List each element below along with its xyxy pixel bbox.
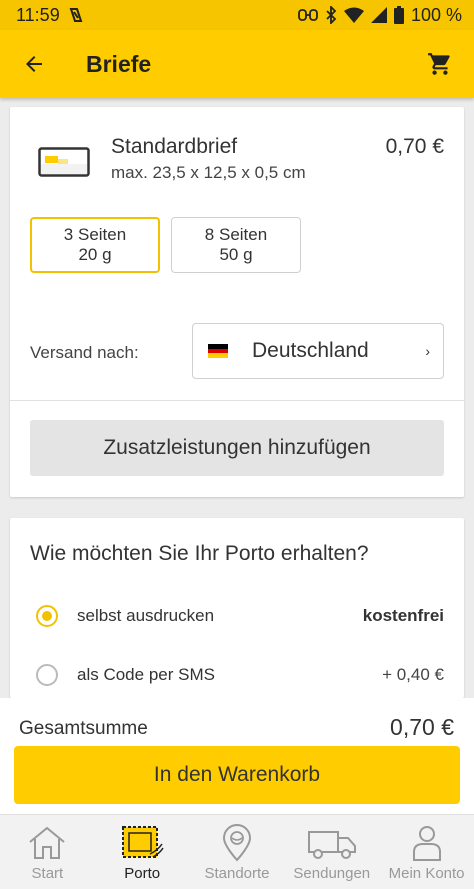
product-dimensions: max. 23,5 x 12,5 x 0,5 cm (111, 163, 306, 182)
germany-flag-icon (208, 344, 228, 359)
product-name: Standardbrief (111, 135, 238, 158)
option-weight: 20 g (78, 245, 112, 264)
nav-item-standorte[interactable]: Standorte (190, 815, 285, 889)
bluetooth-icon (325, 6, 337, 24)
porto-card: Wie möchten Sie Ihr Porto erhalten? selb… (10, 518, 464, 698)
country-select[interactable]: Deutschland › (192, 323, 444, 379)
app-bar: Briefe (0, 30, 474, 98)
radio-unselected[interactable] (36, 664, 58, 686)
add-to-cart-button[interactable]: In den Warenkorb (14, 746, 460, 804)
nav-label: Standorte (204, 865, 270, 882)
person-icon (411, 823, 443, 863)
weight-option-50g[interactable]: 8 Seiten 50 g (171, 217, 301, 273)
porto-option-print[interactable]: selbst ausdrucken kostenfrei (10, 596, 464, 636)
shipping-label: Versand nach: (30, 343, 139, 362)
stamp-icon (120, 823, 164, 863)
option-pages: 3 Seiten (63, 225, 127, 244)
cart-button[interactable] (416, 40, 464, 88)
nav-item-sendungen[interactable]: Sendungen (284, 815, 379, 889)
status-bar: 11:59 100 % (0, 0, 474, 30)
add-services-button[interactable]: Zusatzleistungen hinzufügen (30, 420, 444, 476)
option-pages: 8 Seiten (204, 225, 268, 244)
status-time: 11:59 (16, 4, 60, 25)
option-label: als Code per SMS (77, 665, 215, 684)
weight-option-20g[interactable]: 3 Seiten 20 g (30, 217, 160, 273)
total-value: 0,70 € (390, 714, 454, 740)
total-bar: Gesamtsumme 0,70 € In den Warenkorb (0, 698, 474, 814)
battery-percent: 100 % (410, 4, 462, 25)
notification-icon (68, 7, 84, 23)
nav-item-porto[interactable]: Porto (95, 815, 190, 889)
truck-icon (306, 823, 358, 863)
product-price: 0,70 € (385, 135, 444, 158)
nav-label: Porto (124, 865, 161, 882)
option-weight: 50 g (219, 245, 253, 264)
bottom-navigation: Start Porto Standorte Sendungen Mein Kon… (0, 814, 474, 889)
battery-icon (393, 6, 404, 24)
product-card: Standardbrief max. 23,5 x 12,5 x 0,5 cm … (10, 107, 464, 497)
back-button[interactable] (10, 40, 58, 88)
divider (10, 400, 464, 401)
letter-icon (38, 147, 90, 177)
radio-selected[interactable] (36, 605, 58, 627)
porto-question: Wie möchten Sie Ihr Porto erhalten? (30, 542, 369, 565)
nav-item-start[interactable]: Start (0, 815, 95, 889)
option-price: kostenfrei (362, 606, 444, 625)
porto-option-sms[interactable]: als Code per SMS + 0,40 € (10, 655, 464, 695)
nav-label: Sendungen (293, 865, 371, 882)
signal-icon (370, 7, 387, 23)
option-label: selbst ausdrucken (77, 606, 215, 625)
wifi-icon (343, 7, 364, 23)
nav-item-mein-konto[interactable]: Mein Konto (379, 815, 474, 889)
nav-label: Start (31, 865, 64, 882)
country-name: Deutschland (252, 339, 369, 362)
option-price: + 0,40 € (382, 665, 444, 684)
shopping-cart-icon (427, 51, 453, 77)
chevron-right-icon: › (425, 343, 430, 359)
total-label: Gesamtsumme (19, 718, 148, 739)
home-icon (27, 823, 67, 863)
nav-label: Mein Konto (388, 865, 465, 882)
location-pin-icon (221, 823, 253, 863)
vibrate-icon (298, 7, 318, 23)
page-title: Briefe (86, 50, 152, 77)
arrow-left-icon (22, 52, 46, 76)
